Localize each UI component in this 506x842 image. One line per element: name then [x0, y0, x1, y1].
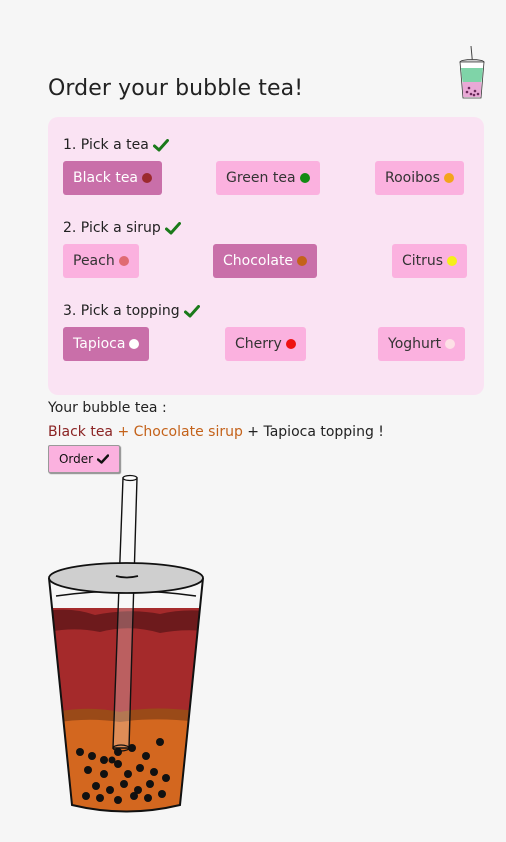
check-icon	[97, 454, 110, 464]
option-label: Yoghurt	[388, 336, 442, 352]
color-dot-icon	[285, 339, 296, 349]
check-icon	[164, 221, 181, 234]
color-dot-icon	[445, 339, 456, 349]
step-sirup-label: 2. Pick a sirup	[63, 220, 181, 236]
bubble-tea-illustration	[48, 474, 204, 813]
option-label: Peach	[73, 253, 115, 269]
step-topping-label: 3. Pick a topping	[63, 303, 200, 319]
color-dot-icon	[142, 173, 153, 183]
option-yoghurt-button[interactable]: Yoghurt	[378, 327, 466, 361]
option-tapioca-button[interactable]: Tapioca	[63, 327, 150, 361]
step-topping-text: 3. Pick a topping	[63, 303, 180, 319]
order-summary: Black tea + Chocolate sirup + Tapioca to…	[48, 424, 384, 440]
option-peach-button[interactable]: Peach	[63, 244, 139, 278]
option-label: Chocolate	[223, 253, 294, 269]
option-label: Cherry	[235, 336, 282, 352]
color-dot-icon	[118, 256, 129, 266]
summary-label: Your bubble tea :	[48, 400, 167, 416]
color-dot-icon	[129, 339, 140, 349]
step-tea-label: 1. Pick a tea	[63, 137, 169, 153]
option-label: Tapioca	[73, 336, 126, 352]
option-label: Rooibos	[385, 170, 440, 186]
option-black-tea-button[interactable]: Black tea	[63, 161, 163, 195]
bubble-tea-cup-icon	[459, 45, 485, 99]
option-label: Citrus	[402, 253, 444, 269]
option-label: Green tea	[226, 170, 296, 186]
color-dot-icon	[447, 256, 458, 266]
color-dot-icon	[297, 256, 308, 266]
option-label: Black tea	[73, 170, 139, 186]
option-chocolate-button[interactable]: Chocolate	[213, 244, 318, 278]
check-icon	[152, 138, 169, 151]
check-icon	[183, 304, 200, 317]
summary-tea: Black tea	[48, 424, 114, 440]
page-title: Order your bubble tea!	[48, 76, 304, 101]
color-dot-icon	[299, 173, 310, 183]
step-tea-text: 1. Pick a tea	[63, 137, 149, 153]
option-rooibos-button[interactable]: Rooibos	[375, 161, 464, 195]
summary-topping: + Tapioca topping !	[242, 424, 384, 440]
color-dot-icon	[443, 173, 454, 183]
summary-sirup: + Chocolate sirup	[113, 424, 243, 440]
order-button-label: Order	[58, 452, 94, 466]
option-cherry-button[interactable]: Cherry	[225, 327, 306, 361]
option-citrus-button[interactable]: Citrus	[392, 244, 468, 278]
step-sirup-text: 2. Pick a sirup	[63, 220, 161, 236]
option-green-tea-button[interactable]: Green tea	[216, 161, 320, 195]
options-panel: 1. Pick a tea Black tea Green tea Rooibo…	[48, 117, 484, 395]
